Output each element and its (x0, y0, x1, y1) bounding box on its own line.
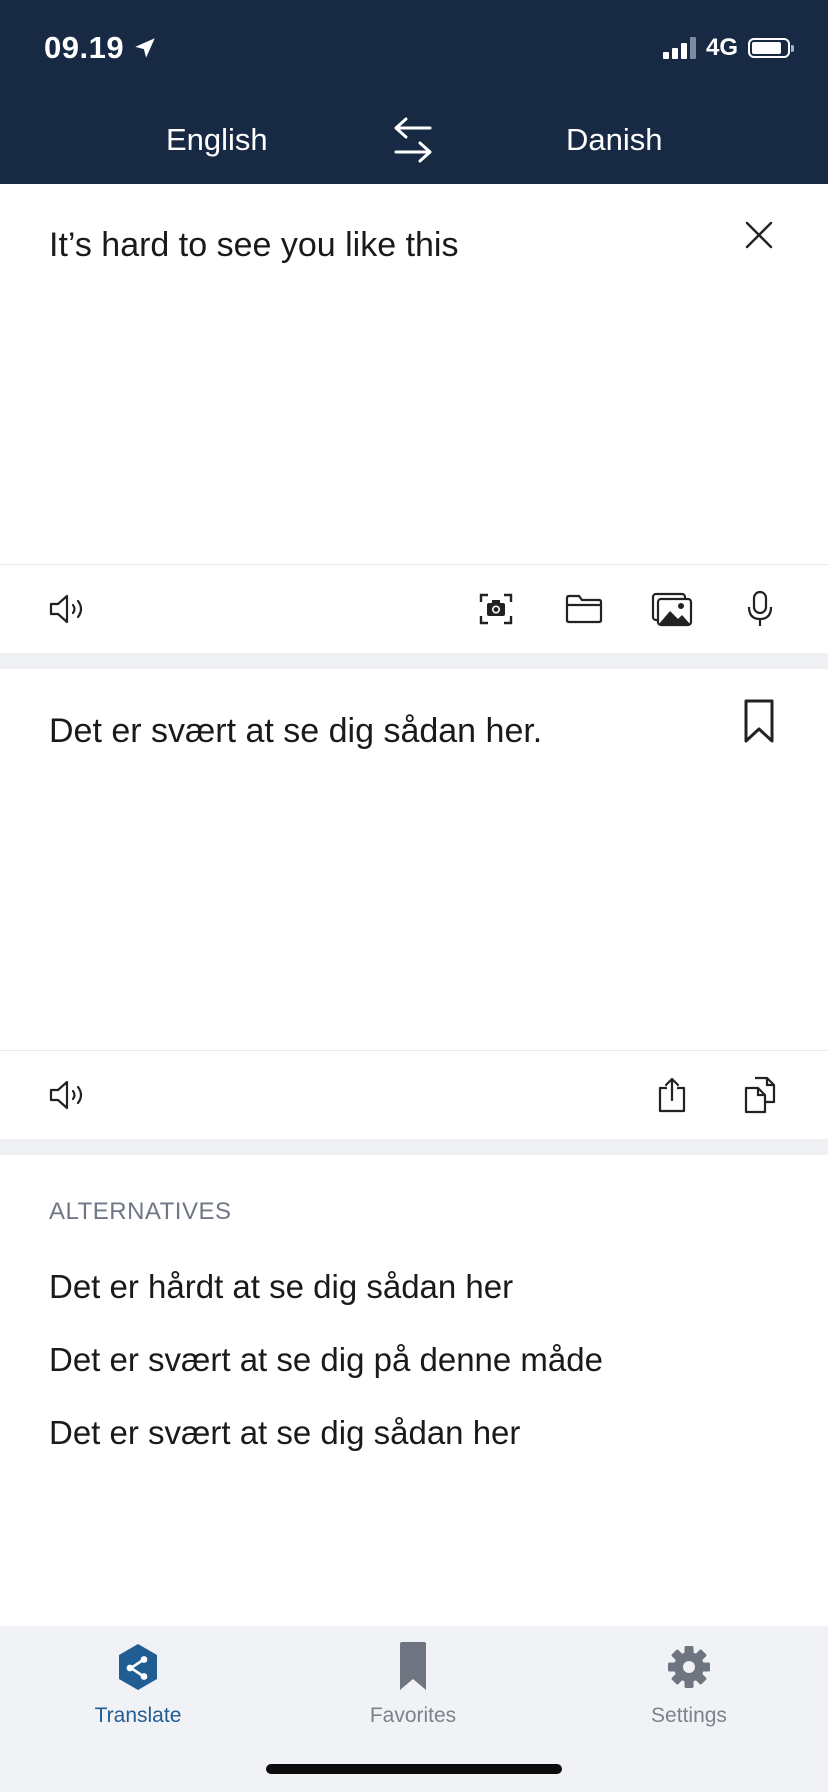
tab-settings[interactable]: Settings (609, 1640, 769, 1728)
translate-logo-icon (119, 1644, 157, 1690)
battery-icon (748, 38, 794, 58)
alternatives-heading: ALTERNATIVES (49, 1198, 232, 1225)
section-separator (0, 653, 828, 669)
source-panel: It’s hard to see you like this (0, 184, 828, 564)
signal-icon (662, 37, 696, 59)
share-icon[interactable] (650, 1073, 694, 1117)
status-indicators: 4G (662, 34, 794, 62)
status-time-text: 09.19 (44, 30, 125, 65)
source-text-input[interactable]: It’s hard to see you like this (49, 226, 458, 265)
speaker-icon[interactable] (46, 587, 90, 631)
source-toolbar (0, 565, 828, 653)
bookmark-icon (400, 1642, 426, 1690)
section-separator (0, 1139, 828, 1155)
tab-label: Translate (94, 1704, 182, 1727)
camera-icon[interactable] (474, 587, 518, 631)
gear-icon (668, 1646, 710, 1688)
alternative-item[interactable]: Det er hårdt at se dig sådan her (49, 1268, 513, 1306)
microphone-icon[interactable] (738, 587, 782, 631)
status-time: 09.19 (44, 30, 158, 66)
app-header: 09.19 4G English Danish (0, 0, 828, 184)
source-language-button[interactable]: English (166, 122, 268, 158)
copy-icon[interactable] (738, 1073, 782, 1117)
speaker-icon[interactable] (46, 1073, 90, 1117)
tab-bar: Translate Favorites Settings (0, 1626, 828, 1792)
tab-label: Favorites (369, 1704, 457, 1727)
alternative-item[interactable]: Det er svært at se dig sådan her (49, 1414, 520, 1452)
swap-arrows-icon[interactable] (390, 114, 436, 166)
network-label: 4G (705, 34, 738, 61)
translation-toolbar (0, 1051, 828, 1139)
photos-icon[interactable] (650, 587, 694, 631)
location-arrow-icon (135, 38, 155, 58)
close-icon[interactable] (744, 220, 774, 250)
alternative-item[interactable]: Det er svært at se dig på denne måde (49, 1341, 603, 1379)
tab-translate[interactable]: Translate (58, 1640, 218, 1728)
bookmark-icon[interactable] (742, 698, 776, 744)
tab-favorites[interactable]: Favorites (333, 1640, 493, 1728)
tab-label: Settings (651, 1704, 727, 1727)
target-language-button[interactable]: Danish (566, 122, 663, 158)
home-indicator[interactable] (266, 1764, 562, 1774)
folder-icon[interactable] (562, 587, 606, 631)
translation-text: Det er svært at se dig sådan her. (49, 712, 543, 750)
